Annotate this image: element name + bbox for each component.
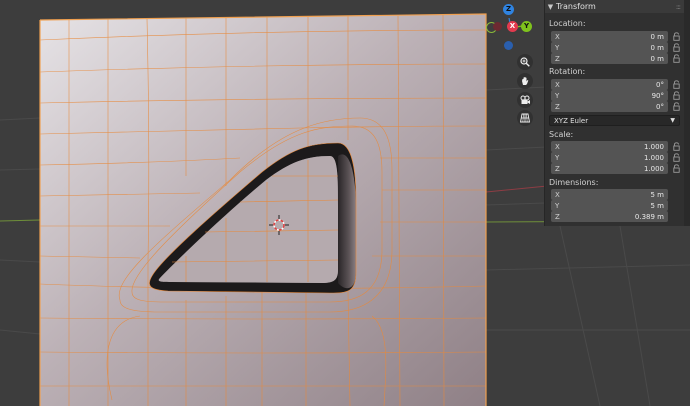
lock-icon[interactable] [672, 91, 680, 100]
field-value: 1.000 [643, 153, 664, 162]
lock-icon[interactable] [672, 164, 680, 173]
axis-label: Y [555, 91, 560, 100]
field-value: 0° [656, 80, 664, 89]
dimensions-z-field[interactable]: Z 0.389 m [551, 211, 668, 222]
axis-label: Y [555, 43, 560, 52]
rotation-z-field[interactable]: Z 0° [551, 101, 668, 112]
rotation-y-field[interactable]: Y 90° [551, 90, 668, 101]
rotation-x-field[interactable]: X 0° [551, 79, 668, 90]
field-value: 5 m [650, 190, 665, 199]
axis-label: X [555, 32, 560, 41]
field-value: 0 m [650, 54, 665, 63]
location-label: Location: [549, 19, 586, 28]
field-value: 1.000 [643, 142, 664, 151]
scale-label: Scale: [549, 130, 574, 139]
chevron-down-icon: ▼ [547, 2, 554, 11]
lock-icon[interactable] [672, 153, 680, 162]
sidebar-tab-strip[interactable] [684, 0, 690, 226]
axis-label: Z [555, 164, 560, 173]
axis-label: Z [555, 54, 560, 63]
transform-panel-header[interactable]: ▼ Transform ::: [545, 0, 684, 13]
dimensions-x-field[interactable]: X 5 m [551, 189, 668, 200]
scale-z-field[interactable]: Z 1.000 [551, 163, 668, 174]
axis-label: X [555, 142, 560, 151]
panel-title: Transform [556, 2, 596, 11]
grid-icon [520, 113, 530, 123]
axis-label: Y [555, 201, 560, 210]
axis-label: Z [555, 212, 560, 221]
gizmo-x-handle[interactable]: X [507, 21, 518, 32]
gizmo-z-handle[interactable]: Z [503, 4, 514, 15]
field-value: 0.389 m [634, 212, 664, 221]
camera-icon [520, 95, 530, 104]
lock-icon[interactable] [672, 43, 680, 52]
gizmo-neg-z-handle[interactable] [504, 41, 513, 50]
zoom-tool-button[interactable] [517, 54, 533, 70]
lock-icon[interactable] [672, 32, 680, 41]
field-value: 0 m [650, 32, 665, 41]
gizmo-y-handle[interactable]: Y [521, 21, 532, 32]
hand-icon [522, 77, 529, 85]
ortho-toggle-button[interactable] [517, 110, 533, 126]
chevron-down-icon: ▼ [670, 117, 675, 124]
dimensions-label: Dimensions: [549, 178, 599, 187]
lock-icon[interactable] [672, 80, 680, 89]
rotation-mode-value: XYZ Euler [554, 116, 589, 125]
field-value: 90° [651, 91, 664, 100]
rotation-label: Rotation: [549, 67, 586, 76]
transform-panel: ▼ Transform ::: Location: X0 m Y0 m Z0 m… [544, 0, 684, 226]
scale-x-field[interactable]: X 1.000 [551, 141, 668, 152]
axis-label: X [555, 80, 560, 89]
lock-icon[interactable] [672, 102, 680, 111]
rotation-mode-dropdown[interactable]: XYZ Euler ▼ [549, 115, 680, 126]
field-value: 0° [656, 102, 664, 111]
dimensions-y-field[interactable]: Y 5 m [551, 200, 668, 211]
lock-icon[interactable] [672, 54, 680, 63]
axis-label: Y [555, 153, 560, 162]
location-y-field[interactable]: Y 0 m [551, 42, 668, 53]
lock-icon[interactable] [672, 142, 680, 151]
y-axis-line [0, 219, 41, 222]
field-value: 1.000 [643, 164, 664, 173]
location-z-field[interactable]: Z 0 m [551, 53, 668, 64]
zoom-icon [520, 57, 530, 67]
field-value: 0 m [650, 43, 665, 52]
drag-grip-icon[interactable]: ::: [676, 3, 681, 11]
pan-tool-button[interactable] [517, 73, 533, 89]
axis-label: Z [555, 102, 560, 111]
location-x-field[interactable]: X 0 m [551, 31, 668, 42]
field-value: 5 m [650, 201, 665, 210]
gizmo-neg-x-handle[interactable] [493, 22, 502, 31]
scale-y-field[interactable]: Y 1.000 [551, 152, 668, 163]
axis-label: X [555, 190, 560, 199]
camera-view-button[interactable] [517, 92, 533, 108]
